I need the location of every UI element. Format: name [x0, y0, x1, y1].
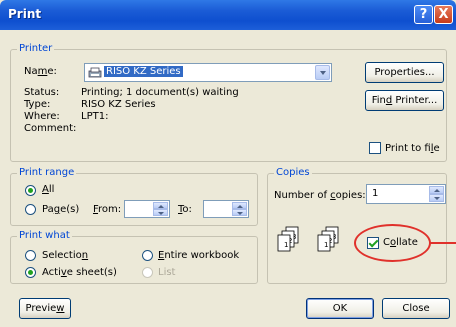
from-label: From:: [93, 204, 122, 215]
type-label: Type:: [24, 99, 51, 110]
dialog-title: Print: [8, 7, 42, 21]
pages-label[interactable]: Page(s): [42, 204, 79, 215]
collate-highlight-circle: [354, 224, 431, 262]
list-label: List: [158, 267, 176, 278]
pages-radio[interactable]: [25, 204, 36, 215]
print-to-file-label[interactable]: Print to file: [385, 143, 440, 154]
properties-button[interactable]: Properties...: [365, 62, 444, 83]
active-sheets-label[interactable]: Active sheet(s): [42, 267, 117, 278]
selection-label[interactable]: Selection: [42, 250, 88, 261]
printer-name-label: Name:: [24, 66, 57, 77]
highlight-pointer-line: [430, 242, 456, 244]
help-button[interactable]: ?: [414, 5, 433, 24]
copies-value: 1: [372, 188, 379, 199]
entire-workbook-label[interactable]: Entire workbook: [158, 250, 239, 261]
status-label: Status:: [24, 87, 60, 98]
copies-spinner[interactable]: [429, 186, 444, 202]
collate-pages-icon: 3 2 1: [275, 226, 309, 256]
spin-up-icon[interactable]: [429, 186, 444, 194]
from-spinner[interactable]: [153, 202, 168, 216]
to-spinner[interactable]: [232, 202, 247, 216]
to-label: To:: [178, 204, 192, 215]
close-button[interactable]: Close: [382, 298, 450, 319]
entire-workbook-radio[interactable]: [142, 250, 153, 261]
number-of-copies-label: Number of copies:: [274, 190, 366, 201]
spin-up-icon[interactable]: [232, 202, 247, 209]
where-value: LPT1:: [81, 111, 109, 122]
type-value: RISO KZ Series: [81, 99, 156, 110]
ok-button[interactable]: OK: [306, 298, 374, 319]
to-input[interactable]: [203, 200, 249, 218]
printer-name-select[interactable]: RISO KZ Series: [84, 63, 332, 82]
spin-down-icon[interactable]: [153, 209, 168, 216]
print-what-legend: Print what: [17, 230, 72, 241]
title-bar[interactable]: Print ? X: [0, 0, 456, 30]
all-label[interactable]: All: [42, 184, 54, 195]
spin-up-icon[interactable]: [153, 202, 168, 209]
print-to-file-checkbox[interactable]: [369, 142, 381, 154]
status-value: Printing; 1 document(s) waiting: [81, 87, 239, 98]
svg-text:1: 1: [284, 241, 288, 249]
selection-radio[interactable]: [25, 250, 36, 261]
print-dialog: Print ? X Printer Name: RISO KZ Series P…: [0, 0, 456, 327]
chevron-down-icon[interactable]: [315, 65, 330, 80]
find-printer-button[interactable]: Find Printer...: [365, 90, 444, 111]
spin-down-icon[interactable]: [429, 194, 444, 202]
printer-icon: [88, 67, 102, 78]
copies-legend: Copies: [274, 167, 312, 178]
from-input[interactable]: [124, 200, 170, 218]
all-radio[interactable]: [25, 185, 36, 196]
comment-label: Comment:: [24, 123, 77, 134]
list-radio: [142, 267, 153, 278]
printer-name-value: RISO KZ Series: [104, 66, 183, 77]
spin-down-icon[interactable]: [232, 209, 247, 216]
collate-pages-icon-2: 3 2 1: [315, 226, 349, 256]
active-sheets-radio[interactable]: [25, 267, 36, 278]
copies-input[interactable]: 1: [366, 184, 446, 204]
preview-button[interactable]: Preview: [19, 298, 71, 319]
where-label: Where:: [24, 111, 60, 122]
svg-text:1: 1: [324, 241, 328, 249]
close-window-button[interactable]: X: [434, 5, 453, 24]
print-range-legend: Print range: [17, 167, 77, 178]
printer-legend: Printer: [17, 43, 55, 54]
